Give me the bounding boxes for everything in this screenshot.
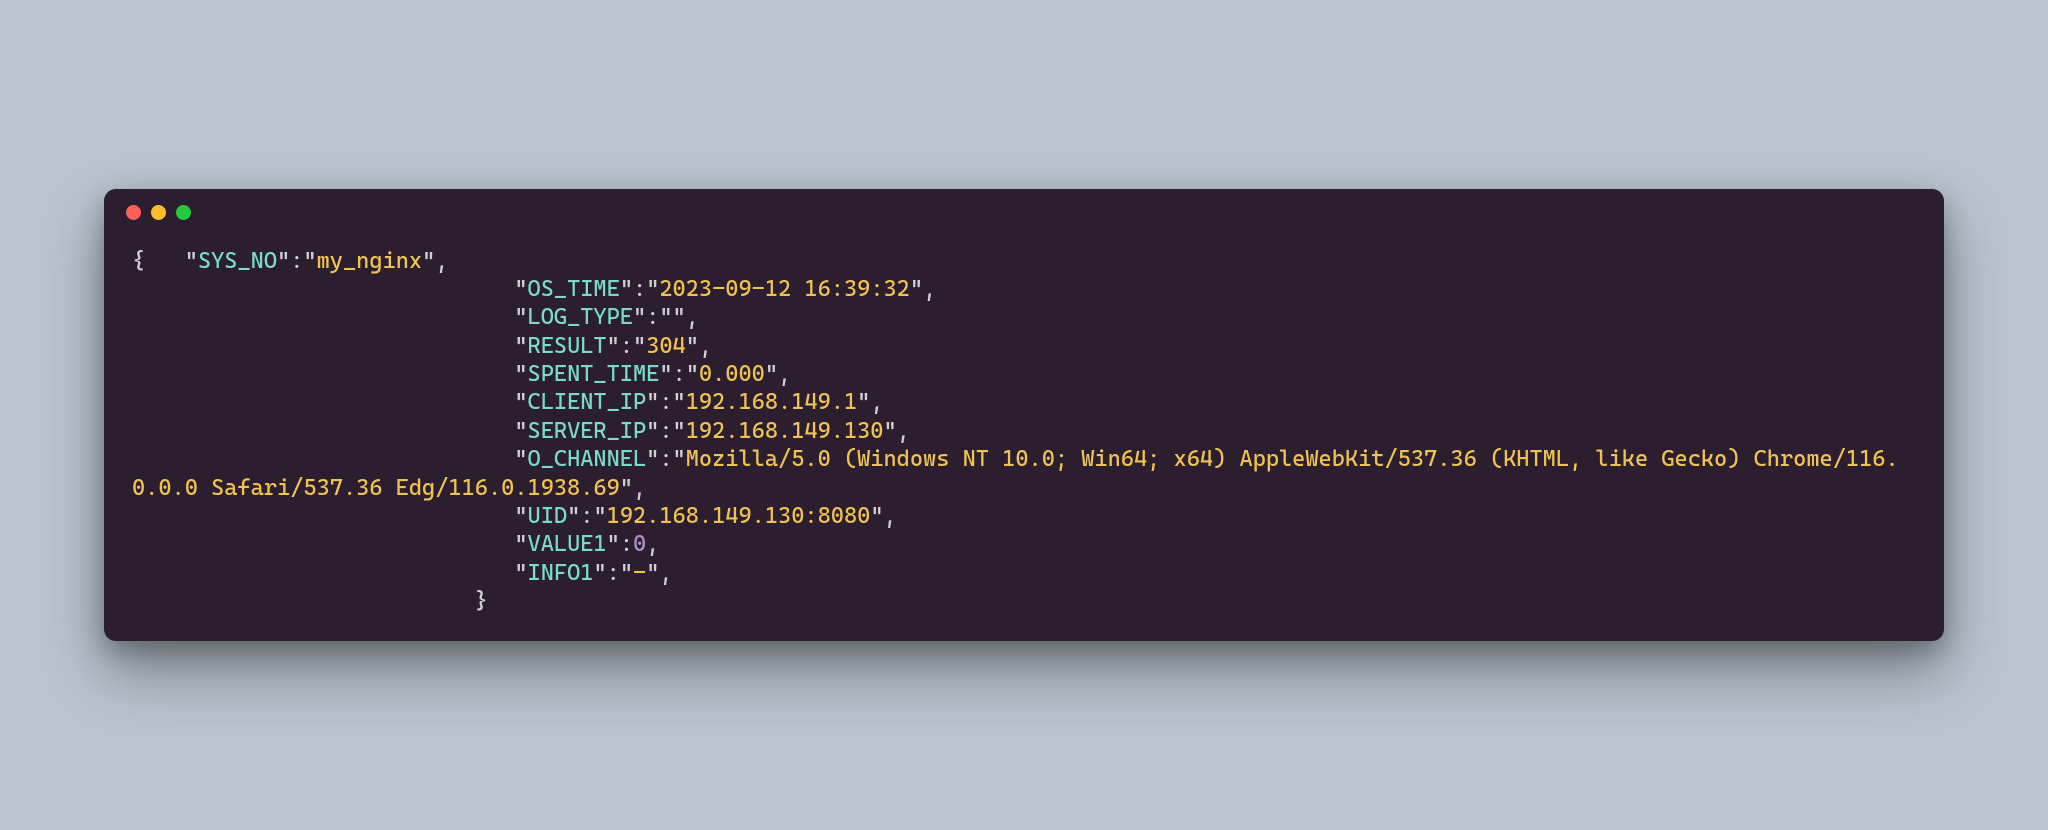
minimize-icon[interactable] <box>151 205 166 220</box>
json-value: 0.000 <box>699 361 765 387</box>
json-key: CLIENT_IP <box>528 389 647 415</box>
json-key: SERVER_IP <box>528 418 647 444</box>
close-icon[interactable] <box>126 205 141 220</box>
titlebar <box>104 189 1944 237</box>
json-key: VALUE1 <box>528 531 607 557</box>
json-key: INFO1 <box>528 560 594 586</box>
json-value: 2023-09-12 16:39:32 <box>659 276 910 302</box>
json-key: OS_TIME <box>528 276 620 302</box>
code-block: { "SYS_NO":"my_nginx", "OS_TIME":"2023-0… <box>104 237 1944 641</box>
json-value: my_nginx <box>317 248 422 274</box>
json-value: - <box>633 560 646 586</box>
json-key: SPENT_TIME <box>528 361 660 387</box>
maximize-icon[interactable] <box>176 205 191 220</box>
json-value: 192.168.149.130 <box>686 418 884 444</box>
json-key: SYS_NO <box>198 248 277 274</box>
json-value: 192.168.149.1 <box>686 389 857 415</box>
close-brace: } <box>475 588 488 614</box>
json-value: 0 <box>633 531 646 557</box>
json-key: UID <box>528 503 568 529</box>
json-value: 304 <box>646 333 686 359</box>
json-key: RESULT <box>528 333 607 359</box>
terminal-window: { "SYS_NO":"my_nginx", "OS_TIME":"2023-0… <box>104 189 1944 641</box>
open-brace: { <box>132 248 145 274</box>
json-value: 192.168.149.130:8080 <box>607 503 871 529</box>
json-key: O_CHANNEL <box>528 446 647 472</box>
json-key: LOG_TYPE <box>528 304 633 330</box>
